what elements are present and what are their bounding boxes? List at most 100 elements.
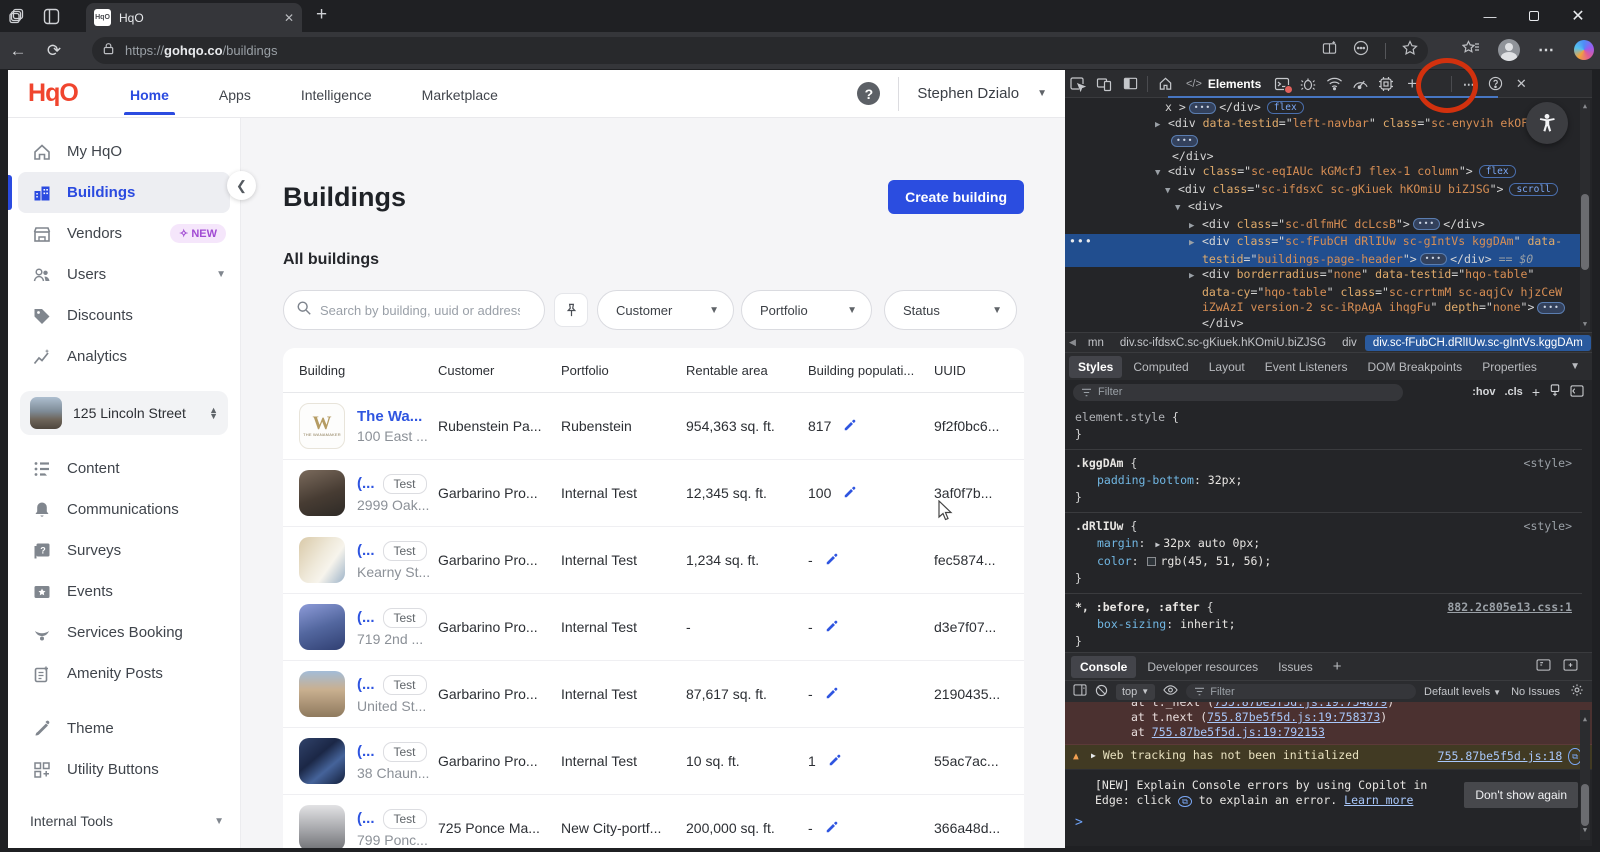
browser-tab[interactable]: HqO HqO ✕ xyxy=(86,3,302,32)
status-filter-dropdown[interactable]: Status ▼ xyxy=(884,290,1017,330)
customer-filter-dropdown[interactable]: Customer ▼ xyxy=(597,290,734,330)
settings-more-icon[interactable]: ⋯ xyxy=(1538,40,1556,60)
console-tab-console[interactable]: Console xyxy=(1071,655,1137,678)
stack-source-link[interactable]: 755.87be5f5d.js:19:792153 xyxy=(1152,725,1325,739)
dom-node[interactable]: ▶ <div borderradius="none" data-testid="h… xyxy=(1065,267,1582,331)
pin-search-button[interactable] xyxy=(554,293,588,327)
edit-population-icon[interactable] xyxy=(843,485,857,502)
stack-source-link[interactable]: 755.87be5f5d.js:19:758373 xyxy=(1207,710,1380,724)
css-property[interactable]: box-sizing: inherit; xyxy=(1075,616,1572,633)
user-menu[interactable]: Stephen Dzialo xyxy=(917,85,1019,102)
dom-node[interactable]: ▼ <div> xyxy=(1065,199,1582,217)
tab-actions-icon[interactable] xyxy=(34,3,68,29)
sidebar-item-theme[interactable]: Theme xyxy=(8,708,240,749)
console-settings-icon[interactable] xyxy=(1570,683,1584,700)
edit-population-icon[interactable] xyxy=(825,820,839,837)
sidebar-item-users[interactable]: Users ▼ xyxy=(8,254,240,295)
css-property[interactable]: color: rgb(45, 51, 56); xyxy=(1075,553,1572,570)
console-expand-icon[interactable] xyxy=(1563,659,1578,674)
portfolio-filter-dropdown[interactable]: Portfolio ▼ xyxy=(741,290,872,330)
back-button[interactable]: ← xyxy=(0,41,36,61)
expand-closed-icon[interactable]: ▶ xyxy=(1189,269,1195,285)
chevron-down-icon[interactable]: ▼ xyxy=(216,269,226,280)
column-header-portfolio[interactable]: Portfolio xyxy=(561,363,686,378)
tab-event-listeners[interactable]: Event Listeners xyxy=(1256,356,1357,378)
default-levels-dropdown[interactable]: Default levels ▼ xyxy=(1424,686,1501,698)
maximize-button[interactable] xyxy=(1512,0,1556,32)
copilot-inline-icon[interactable]: ⧉ xyxy=(1178,796,1192,807)
sidebar-item-utility-buttons[interactable]: Utility Buttons xyxy=(8,749,240,790)
toggle-hov[interactable]: :hov xyxy=(1472,386,1495,398)
building-selector[interactable]: 125 Lincoln Street ▲ ▼ xyxy=(20,391,228,435)
breadcrumb-right-icon[interactable]: ▶ xyxy=(1591,337,1592,348)
tab-properties[interactable]: Properties xyxy=(1473,356,1546,378)
copilot-icon[interactable] xyxy=(1574,40,1594,60)
styles-filter-input[interactable]: Filter xyxy=(1073,383,1403,401)
rule-origin[interactable]: 882.2c805e13.css:1 xyxy=(1447,599,1572,616)
edit-population-icon[interactable] xyxy=(825,552,839,569)
sidebar-item-my-hqo[interactable]: My HqO xyxy=(8,131,240,172)
user-caret-icon[interactable]: ▼ xyxy=(1037,88,1047,99)
sidebar-item-internal-tools[interactable]: Internal Tools ▼ xyxy=(8,804,240,838)
building-name-link[interactable]: (... Test xyxy=(357,808,428,829)
edit-population-icon[interactable] xyxy=(825,619,839,636)
css-rule[interactable]: element.style {} xyxy=(1065,404,1582,450)
split-screen-icon[interactable] xyxy=(1322,40,1337,61)
tab-elements[interactable]: </> Elements xyxy=(1178,70,1269,98)
breadcrumb-item[interactable]: div.sc-ifdsxC.sc-gKiuek.hKOmiU.biZJSG xyxy=(1112,335,1334,351)
dom-node[interactable]: x > ••• </div> flex xyxy=(1065,100,1582,116)
device-emulation-icon[interactable] xyxy=(1091,72,1117,96)
css-rule[interactable]: *, :before, :after {882.2c805e13.css:1 bo… xyxy=(1065,594,1582,652)
dock-styles-icon[interactable] xyxy=(1570,384,1584,400)
expand-closed-icon[interactable]: ▶ xyxy=(1189,236,1195,252)
tab-computed[interactable]: Computed xyxy=(1124,356,1197,378)
learn-more-link[interactable]: Learn more xyxy=(1344,793,1413,807)
dom-node[interactable]: ▼ <div class="sc-ifdsxC sc-gKiuek hKOmiU … xyxy=(1065,182,1582,200)
extensions-menu-icon[interactable] xyxy=(1353,40,1369,61)
sidebar-item-events[interactable]: Events xyxy=(8,571,240,612)
network-conditions-icon[interactable] xyxy=(1321,72,1347,96)
create-building-button[interactable]: Create building xyxy=(888,180,1024,214)
search-input[interactable] xyxy=(320,302,520,318)
topnav-home[interactable]: Home xyxy=(124,73,175,115)
dock-side-icon[interactable] xyxy=(1117,72,1143,96)
debugger-icon[interactable] xyxy=(1295,72,1321,96)
devtools-close-icon[interactable]: ✕ xyxy=(1508,72,1534,96)
console-tab-issues[interactable]: Issues xyxy=(1269,656,1322,678)
building-name-link[interactable]: (... Test xyxy=(357,674,427,695)
building-name-link[interactable]: The Wa... xyxy=(357,408,428,425)
sidebar-collapse-button[interactable]: ❮ xyxy=(227,171,256,200)
devtools-help-icon[interactable] xyxy=(1482,72,1508,96)
console-filter-input[interactable]: Filter xyxy=(1186,684,1417,699)
address-bar[interactable]: https://gohqo.co/buildings xyxy=(92,37,1428,64)
breadcrumb-left-icon[interactable]: ◀ xyxy=(1065,337,1080,348)
sidebar-item-services-booking[interactable]: Services Booking xyxy=(8,612,240,653)
topnav-apps[interactable]: Apps xyxy=(217,73,253,115)
column-header-rentable-area[interactable]: Rentable area xyxy=(686,363,808,378)
sidebar-item-buildings[interactable]: Buildings xyxy=(8,172,230,213)
column-header-building[interactable]: Building xyxy=(283,363,438,378)
dom-node[interactable]: ▶ <div class="sc-dlfmHC dcLcsB"> ••• </div> xyxy=(1065,217,1582,235)
table-row[interactable]: (... Test 719 2nd ... Garbarino Pro... In… xyxy=(283,594,1024,661)
column-header-customer[interactable]: Customer xyxy=(438,363,561,378)
column-header-population[interactable]: Building populati... xyxy=(808,363,934,378)
table-row[interactable]: (... Test Kearny St... Garbarino Pro... I… xyxy=(283,527,1024,594)
table-row[interactable]: (... Test 2999 Oak... Garbarino Pro... In… xyxy=(283,460,1024,527)
workspaces-icon[interactable] xyxy=(0,3,34,29)
breadcrumb-item[interactable]: mn xyxy=(1080,335,1112,351)
table-row[interactable]: W THE WANAMAKER The Wa... 100 East ... Ru… xyxy=(283,393,1024,460)
sidebar-item-communications[interactable]: Communications xyxy=(8,489,240,530)
application-icon[interactable] xyxy=(1373,72,1399,96)
topnav-marketplace[interactable]: Marketplace xyxy=(420,73,500,115)
tab-styles[interactable]: Styles xyxy=(1069,355,1123,378)
context-selector[interactable]: top ▼ xyxy=(1116,683,1156,700)
devtools-home-icon[interactable] xyxy=(1152,72,1178,96)
console-tab-developer-resources[interactable]: Developer resources xyxy=(1138,656,1267,678)
breadcrumb-item[interactable]: div xyxy=(1334,335,1365,351)
no-issues-label[interactable]: No Issues xyxy=(1511,686,1560,698)
building-search[interactable] xyxy=(283,290,545,330)
favorites-bar-icon[interactable] xyxy=(1461,39,1480,61)
color-swatch[interactable] xyxy=(1147,557,1157,566)
hqo-logo[interactable]: HqO xyxy=(28,79,116,108)
profile-avatar[interactable] xyxy=(1498,39,1520,61)
